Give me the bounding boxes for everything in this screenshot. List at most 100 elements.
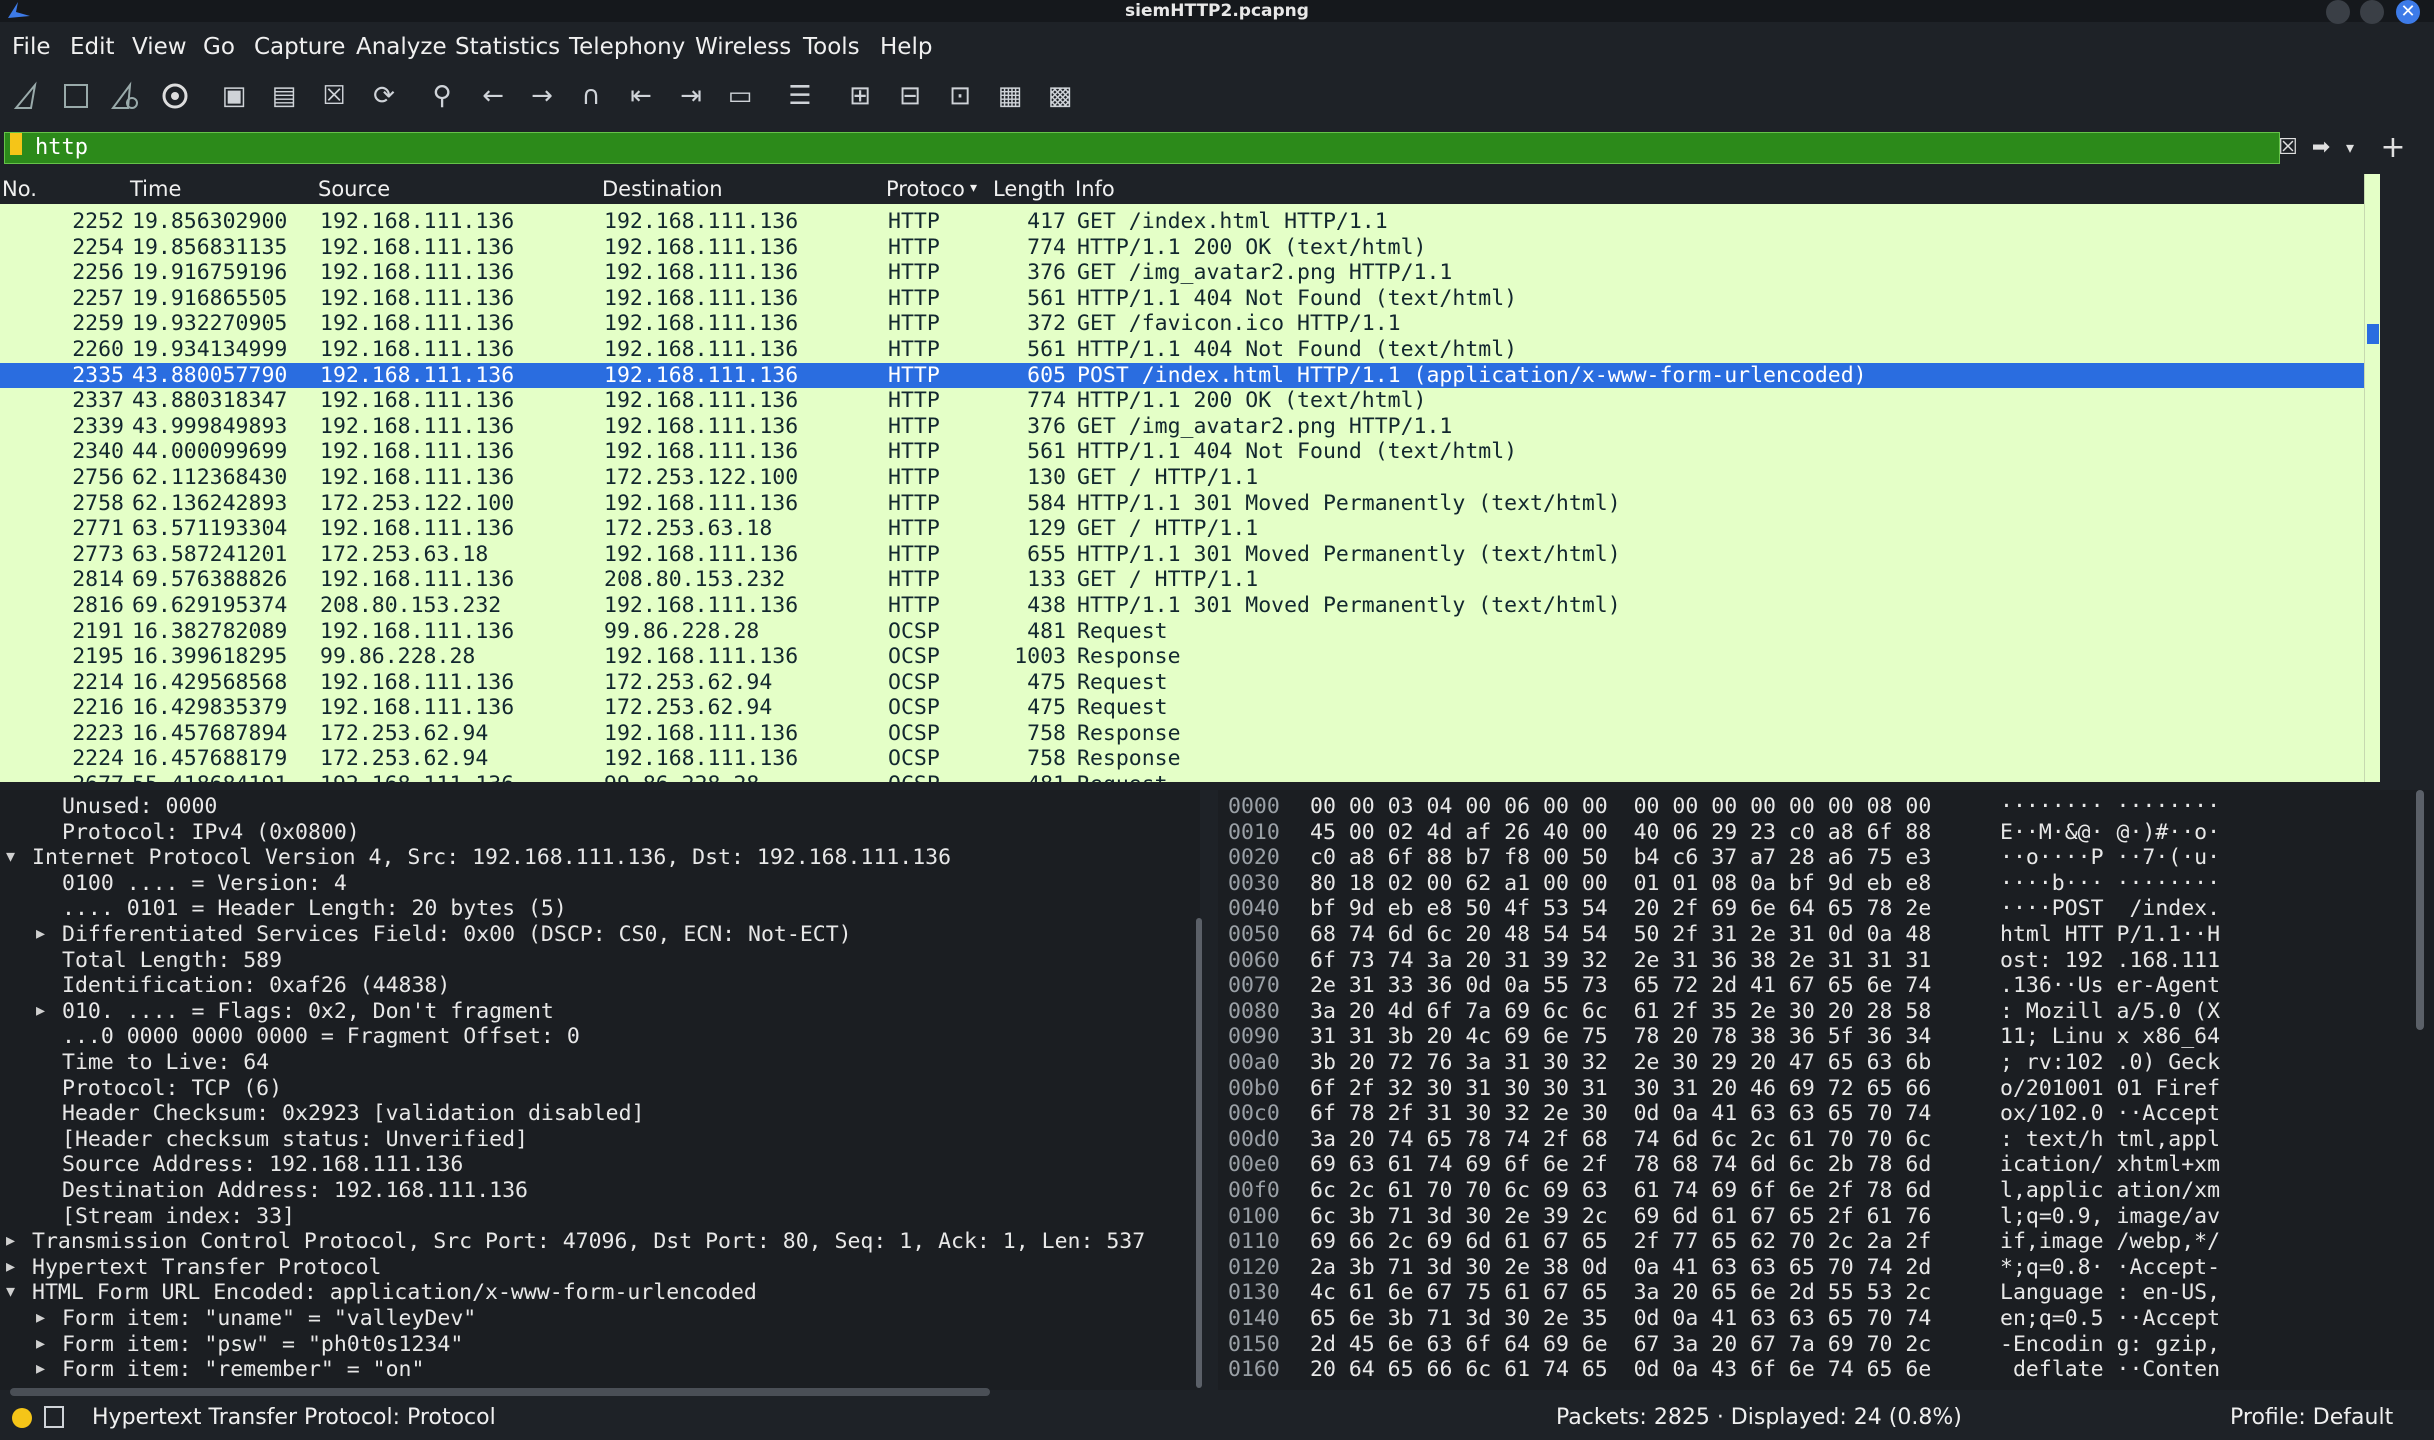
hex-ascii[interactable]: en;q=0.5 ··Accept [2000, 1306, 2220, 1331]
table-row[interactable]: 2224 16.457688179 172.253.62.94 192.168.111… [0, 746, 2364, 772]
detail-line[interactable]: Differentiated Services Field: 0x00 (DSC… [62, 922, 852, 947]
details-horizontal-scrollbar[interactable] [10, 1388, 990, 1396]
hex-ascii[interactable]: html HTT P/1.1··H [2000, 922, 2220, 947]
expand-chevron-right-icon[interactable]: ▸ [6, 1256, 15, 1277]
table-row[interactable]: 2216 16.429835379 192.168.111.136 172.253.6… [0, 695, 2364, 721]
hex-bytes[interactable]: 6f 2f 32 30 31 30 30 31 30 31 20 46 69 7… [1310, 1076, 1931, 1101]
menu-view[interactable]: View [132, 34, 187, 60]
hex-bytes[interactable]: bf 9d eb e8 50 4f 53 54 20 2f 69 6e 64 6… [1310, 896, 1931, 921]
column-length[interactable]: Length [993, 177, 1065, 201]
hex-ascii[interactable]: deflate ··Conten [2000, 1357, 2220, 1382]
hex-bytes[interactable]: 31 31 3b 20 4c 69 6e 75 78 20 78 38 36 5… [1310, 1024, 1931, 1049]
table-row[interactable]: 2214 16.429568568 192.168.111.136 172.253.6… [0, 670, 2364, 696]
hex-bytes[interactable]: c0 a8 6f 88 b7 f8 00 50 b4 c6 37 a7 28 a… [1310, 845, 1931, 870]
menu-edit[interactable]: Edit [70, 34, 115, 60]
detail-line[interactable]: Internet Protocol Version 4, Src: 192.16… [32, 845, 951, 870]
add-filter-button-icon[interactable]: + [2378, 133, 2408, 163]
column-source[interactable]: Source [318, 177, 390, 201]
hex-bytes[interactable]: 69 63 61 74 69 6f 6e 2f 78 68 74 6d 6c 2… [1310, 1152, 1931, 1177]
minimize-button[interactable] [2326, 0, 2350, 24]
hex-ascii[interactable]: ox/102.0 ··Accept [2000, 1101, 2220, 1126]
detail-line[interactable]: Protocol: TCP (6) [62, 1076, 282, 1101]
column-protocol[interactable]: Protoco [886, 177, 965, 201]
restart-icon[interactable] [105, 76, 145, 116]
column-info[interactable]: Info [1075, 177, 1115, 201]
column-destination[interactable]: Destination [602, 177, 723, 201]
hex-ascii[interactable]: -Encodin g: gzip, [2000, 1332, 2220, 1357]
menu-statistics[interactable]: Statistics [455, 34, 560, 60]
hex-ascii[interactable]: .136··Us er-Agent [2000, 973, 2220, 998]
hex-ascii[interactable]: o/201001 01 Firef [2000, 1076, 2220, 1101]
hex-bytes[interactable]: 6f 73 74 3a 20 31 39 32 2e 31 36 38 2e 3… [1310, 948, 1931, 973]
hex-bytes[interactable]: 3a 20 74 65 78 74 2f 68 74 6d 6c 2c 61 7… [1310, 1127, 1931, 1152]
bytes-scrollbar[interactable] [2416, 790, 2424, 1030]
table-row[interactable]: 2195 16.399618295 99.86.228.28 192.168.111.… [0, 644, 2364, 670]
hex-ascii[interactable]: l,applic ation/xm [2000, 1178, 2220, 1203]
hex-ascii[interactable]: ; rv:102 .0) Geck [2000, 1050, 2220, 1075]
hex-bytes[interactable]: 6c 3b 71 3d 30 2e 39 2c 69 6d 61 67 65 2… [1310, 1204, 1931, 1229]
detail-line[interactable]: Form item: "uname" = "valleyDev" [62, 1306, 476, 1331]
detail-line[interactable]: Total Length: 589 [62, 948, 282, 973]
colorize-icon[interactable]: ☰ [780, 76, 820, 116]
detail-line[interactable]: Identification: 0xaf26 (44838) [62, 973, 450, 998]
table-row[interactable]: 2771 63.571193304 192.168.111.136 172.253.6… [0, 516, 2364, 542]
table-row[interactable]: 2191 16.382782089 192.168.111.136 99.86.228… [0, 619, 2364, 645]
hex-ascii[interactable]: E··M·&@· @·)#··o· [2000, 820, 2220, 845]
maximize-button[interactable] [2360, 0, 2384, 24]
capture-comment-icon[interactable] [44, 1406, 64, 1428]
menu-analyze[interactable]: Analyze [356, 34, 447, 60]
hex-bytes[interactable]: 45 00 02 4d af 26 40 00 40 06 29 23 c0 a… [1310, 820, 1931, 845]
detail-line[interactable]: Time to Live: 64 [62, 1050, 269, 1075]
detail-line[interactable]: Form item: "remember" = "on" [62, 1357, 424, 1382]
filter-bookmark-icon[interactable] [10, 133, 22, 155]
hex-ascii[interactable]: : text/h tml,appl [2000, 1127, 2220, 1152]
close-window-button[interactable]: ✕ [2396, 0, 2420, 24]
menu-file[interactable]: File [12, 34, 51, 60]
hex-ascii[interactable]: 11; Linu x x86_64 [2000, 1024, 2220, 1049]
detail-line[interactable]: ...0 0000 0000 0000 = Fragment Offset: 0 [62, 1024, 580, 1049]
clear-filter-icon[interactable]: ☒ [2274, 134, 2302, 162]
close-file-icon[interactable]: ☒ [314, 76, 354, 116]
options-gear-icon[interactable] [155, 76, 195, 116]
shark-fin-start-icon[interactable] [8, 76, 48, 116]
detail-line[interactable]: HTML Form URL Encoded: application/x-www… [32, 1280, 757, 1305]
hex-bytes[interactable]: 2a 3b 71 3d 30 2e 38 0d 0a 41 63 63 65 7… [1310, 1255, 1931, 1280]
hex-bytes[interactable]: 69 66 2c 69 6d 61 67 65 2f 77 65 62 70 2… [1310, 1229, 1931, 1254]
autoscroll-icon[interactable]: ▭ [720, 76, 760, 116]
pane-splitter[interactable] [0, 782, 2434, 790]
detail-line[interactable]: Hypertext Transfer Protocol [32, 1255, 382, 1280]
hex-bytes[interactable]: 68 74 6d 6c 20 48 54 54 50 2f 31 2e 31 0… [1310, 922, 1931, 947]
hex-ascii[interactable]: ··o····P ··7·(·u· [2000, 845, 2220, 870]
menu-wireless[interactable]: Wireless [695, 34, 791, 60]
hex-ascii[interactable]: ····POST /index. [2000, 896, 2220, 921]
hex-bytes[interactable]: 4c 61 6e 67 75 61 67 65 3a 20 65 6e 2d 5… [1310, 1280, 1931, 1305]
detail-line[interactable]: Form item: "psw" = "ph0t0s1234" [62, 1332, 463, 1357]
menu-tools[interactable]: Tools [803, 34, 860, 60]
packet-list-scrollbar[interactable] [2364, 174, 2381, 782]
table-row[interactable]: 2256 19.916759196 192.168.111.136 192.168.1… [0, 260, 2364, 286]
zoom-out-icon[interactable]: ⊟ [890, 76, 930, 116]
status-profile[interactable]: Profile: Default [2230, 1405, 2393, 1430]
hex-ascii[interactable]: ication/ xhtml+xm [2000, 1152, 2220, 1177]
detail-line[interactable]: Protocol: IPv4 (0x0800) [62, 820, 360, 845]
detail-line[interactable]: .... 0101 = Header Length: 20 bytes (5) [62, 896, 567, 921]
table-row[interactable]: 2773 63.587241201 172.253.63.18 192.168.111… [0, 542, 2364, 568]
reload-icon[interactable]: ⟳ [364, 76, 404, 116]
open-file-icon[interactable]: ▣ [214, 76, 254, 116]
forward-arrow-icon[interactable]: → [522, 76, 562, 116]
menu-help[interactable]: Help [880, 34, 932, 60]
table-row[interactable]: 2758 62.136242893 172.253.122.100 192.168.1… [0, 491, 2364, 517]
hex-ascii[interactable]: ····b··· ········ [2000, 871, 2220, 896]
table-row[interactable]: 2340 44.000099699 192.168.111.136 192.168.1… [0, 439, 2364, 465]
resize-columns-icon[interactable]: ▦ [990, 76, 1030, 116]
first-packet-icon[interactable]: ⇤ [621, 76, 661, 116]
hex-ascii[interactable]: ········ ········ [2000, 794, 2220, 819]
table-row[interactable]: 2339 43.999849893 192.168.111.136 192.168.1… [0, 414, 2364, 440]
expand-chevron-right-icon[interactable]: ▸ [36, 1333, 45, 1354]
detail-line[interactable]: 010. .... = Flags: 0x2, Don't fragment [62, 999, 554, 1024]
hex-bytes[interactable]: 6f 78 2f 31 30 32 2e 30 0d 0a 41 63 63 6… [1310, 1101, 1931, 1126]
last-packet-icon[interactable]: ⇥ [671, 76, 711, 116]
detail-line[interactable]: [Stream index: 33] [62, 1204, 295, 1229]
expand-chevron-right-icon[interactable]: ▸ [36, 1358, 45, 1379]
column-no[interactable]: No. [2, 177, 37, 201]
